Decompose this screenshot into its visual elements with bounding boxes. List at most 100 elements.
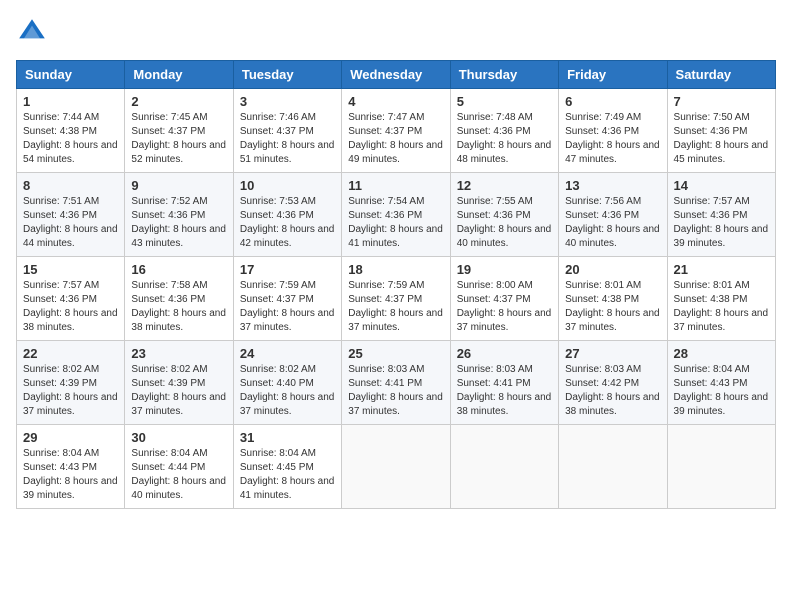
day-number: 9: [131, 178, 226, 193]
cell-content: Sunrise: 7:52 AMSunset: 4:36 PMDaylight:…: [131, 195, 226, 251]
calendar-cell: 23 Sunrise: 8:02 AMSunset: 4:39 PMDayligh…: [125, 341, 233, 425]
calendar-cell: 6 Sunrise: 7:49 AMSunset: 4:36 PMDaylight…: [559, 89, 667, 173]
day-number: 10: [240, 178, 335, 193]
day-number: 12: [457, 178, 552, 193]
calendar-cell: 12 Sunrise: 7:55 AMSunset: 4:36 PMDayligh…: [450, 173, 558, 257]
column-header-monday: Monday: [125, 61, 233, 89]
calendar-week-row: 15 Sunrise: 7:57 AMSunset: 4:36 PMDayligh…: [17, 257, 776, 341]
calendar-cell: 14 Sunrise: 7:57 AMSunset: 4:36 PMDayligh…: [667, 173, 775, 257]
cell-content: Sunrise: 8:04 AMSunset: 4:43 PMDaylight:…: [23, 447, 118, 503]
cell-content: Sunrise: 8:03 AMSunset: 4:42 PMDaylight:…: [565, 363, 660, 419]
cell-content: Sunrise: 7:51 AMSunset: 4:36 PMDaylight:…: [23, 195, 118, 251]
calendar-week-row: 1Sunrise: 7:44 AMSunset: 4:38 PMDaylight…: [17, 89, 776, 173]
calendar-cell: 20 Sunrise: 8:01 AMSunset: 4:38 PMDayligh…: [559, 257, 667, 341]
day-number: 1: [23, 94, 118, 109]
cell-content: Sunrise: 7:46 AMSunset: 4:37 PMDaylight:…: [240, 111, 335, 167]
day-number: 31: [240, 430, 335, 445]
calendar-cell: 8 Sunrise: 7:51 AMSunset: 4:36 PMDaylight…: [17, 173, 125, 257]
cell-content: Sunrise: 7:54 AMSunset: 4:36 PMDaylight:…: [348, 195, 443, 251]
day-number: 8: [23, 178, 118, 193]
cell-content: Sunrise: 8:04 AMSunset: 4:43 PMDaylight:…: [674, 363, 769, 419]
calendar-cell: 28 Sunrise: 8:04 AMSunset: 4:43 PMDayligh…: [667, 341, 775, 425]
column-header-saturday: Saturday: [667, 61, 775, 89]
day-number: 28: [674, 346, 769, 361]
calendar-cell: 31 Sunrise: 8:04 AMSunset: 4:45 PMDayligh…: [233, 425, 341, 509]
day-number: 7: [674, 94, 769, 109]
day-number: 30: [131, 430, 226, 445]
cell-content: Sunrise: 7:49 AMSunset: 4:36 PMDaylight:…: [565, 111, 660, 167]
calendar-cell: 27 Sunrise: 8:03 AMSunset: 4:42 PMDayligh…: [559, 341, 667, 425]
cell-content: Sunrise: 8:01 AMSunset: 4:38 PMDaylight:…: [674, 279, 769, 335]
day-number: 16: [131, 262, 226, 277]
cell-content: Sunrise: 7:47 AMSunset: 4:37 PMDaylight:…: [348, 111, 443, 167]
column-header-thursday: Thursday: [450, 61, 558, 89]
cell-content: Sunrise: 7:59 AMSunset: 4:37 PMDaylight:…: [348, 279, 443, 335]
calendar-cell: 13 Sunrise: 7:56 AMSunset: 4:36 PMDayligh…: [559, 173, 667, 257]
day-number: 21: [674, 262, 769, 277]
column-header-sunday: Sunday: [17, 61, 125, 89]
column-header-wednesday: Wednesday: [342, 61, 450, 89]
calendar-cell: 24Sunrise: 8:02 AMSunset: 4:40 PMDayligh…: [233, 341, 341, 425]
day-number: 25: [348, 346, 443, 361]
column-header-friday: Friday: [559, 61, 667, 89]
calendar-cell: 22 Sunrise: 8:02 AMSunset: 4:39 PMDayligh…: [17, 341, 125, 425]
day-number: 23: [131, 346, 226, 361]
day-number: 15: [23, 262, 118, 277]
logo: [16, 16, 52, 48]
day-number: 17: [240, 262, 335, 277]
day-number: 27: [565, 346, 660, 361]
calendar-cell: 16 Sunrise: 7:58 AMSunset: 4:36 PMDayligh…: [125, 257, 233, 341]
day-number: 13: [565, 178, 660, 193]
day-number: 20: [565, 262, 660, 277]
page-header: [16, 16, 776, 48]
day-number: 29: [23, 430, 118, 445]
cell-content: Sunrise: 7:55 AMSunset: 4:36 PMDaylight:…: [457, 195, 552, 251]
calendar-cell: 7 Sunrise: 7:50 AMSunset: 4:36 PMDaylight…: [667, 89, 775, 173]
cell-content: Sunrise: 8:03 AMSunset: 4:41 PMDaylight:…: [348, 363, 443, 419]
cell-content: Sunrise: 7:58 AMSunset: 4:36 PMDaylight:…: [131, 279, 226, 335]
cell-content: Sunrise: 8:01 AMSunset: 4:38 PMDaylight:…: [565, 279, 660, 335]
day-number: 19: [457, 262, 552, 277]
calendar-cell: 5Sunrise: 7:48 AMSunset: 4:36 PMDaylight…: [450, 89, 558, 173]
cell-content: Sunrise: 7:57 AMSunset: 4:36 PMDaylight:…: [23, 279, 118, 335]
calendar-cell: 4 Sunrise: 7:47 AMSunset: 4:37 PMDaylight…: [342, 89, 450, 173]
cell-content: Sunrise: 7:57 AMSunset: 4:36 PMDaylight:…: [674, 195, 769, 251]
day-number: 2: [131, 94, 226, 109]
calendar-cell: 17 Sunrise: 7:59 AMSunset: 4:37 PMDayligh…: [233, 257, 341, 341]
calendar-cell: 18 Sunrise: 7:59 AMSunset: 4:37 PMDayligh…: [342, 257, 450, 341]
day-number: 3: [240, 94, 335, 109]
cell-content: Sunrise: 8:04 AMSunset: 4:44 PMDaylight:…: [131, 447, 226, 503]
calendar-cell: 10 Sunrise: 7:53 AMSunset: 4:36 PMDayligh…: [233, 173, 341, 257]
day-number: 14: [674, 178, 769, 193]
calendar-cell: 19 Sunrise: 8:00 AMSunset: 4:37 PMDayligh…: [450, 257, 558, 341]
calendar-cell: 3 Sunrise: 7:46 AMSunset: 4:37 PMDaylight…: [233, 89, 341, 173]
day-number: 6: [565, 94, 660, 109]
day-number: 22: [23, 346, 118, 361]
cell-content: Sunrise: 8:03 AMSunset: 4:41 PMDaylight:…: [457, 363, 552, 419]
day-number: 11: [348, 178, 443, 193]
day-number: 5: [457, 94, 552, 109]
cell-content: Sunrise: 8:00 AMSunset: 4:37 PMDaylight:…: [457, 279, 552, 335]
day-number: 4: [348, 94, 443, 109]
cell-content: Sunrise: 7:53 AMSunset: 4:36 PMDaylight:…: [240, 195, 335, 251]
cell-content: Sunrise: 7:45 AMSunset: 4:37 PMDaylight:…: [131, 111, 226, 167]
cell-content: Sunrise: 8:04 AMSunset: 4:45 PMDaylight:…: [240, 447, 335, 503]
calendar-cell: 26 Sunrise: 8:03 AMSunset: 4:41 PMDayligh…: [450, 341, 558, 425]
calendar-week-row: 8 Sunrise: 7:51 AMSunset: 4:36 PMDaylight…: [17, 173, 776, 257]
calendar-cell: 30 Sunrise: 8:04 AMSunset: 4:44 PMDayligh…: [125, 425, 233, 509]
cell-content: Sunrise: 7:59 AMSunset: 4:37 PMDaylight:…: [240, 279, 335, 335]
calendar-cell: [450, 425, 558, 509]
cell-content: Sunrise: 7:56 AMSunset: 4:36 PMDaylight:…: [565, 195, 660, 251]
calendar-week-row: 22 Sunrise: 8:02 AMSunset: 4:39 PMDayligh…: [17, 341, 776, 425]
day-number: 18: [348, 262, 443, 277]
cell-content: Sunrise: 8:02 AMSunset: 4:39 PMDaylight:…: [131, 363, 226, 419]
cell-content: Sunrise: 7:50 AMSunset: 4:36 PMDaylight:…: [674, 111, 769, 167]
column-header-tuesday: Tuesday: [233, 61, 341, 89]
calendar-cell: 25 Sunrise: 8:03 AMSunset: 4:41 PMDayligh…: [342, 341, 450, 425]
cell-content: Sunrise: 8:02 AMSunset: 4:39 PMDaylight:…: [23, 363, 118, 419]
day-number: 26: [457, 346, 552, 361]
calendar-cell: 29 Sunrise: 8:04 AMSunset: 4:43 PMDayligh…: [17, 425, 125, 509]
calendar-cell: 2 Sunrise: 7:45 AMSunset: 4:37 PMDaylight…: [125, 89, 233, 173]
calendar-cell: 11 Sunrise: 7:54 AMSunset: 4:36 PMDayligh…: [342, 173, 450, 257]
calendar-cell: 9 Sunrise: 7:52 AMSunset: 4:36 PMDaylight…: [125, 173, 233, 257]
